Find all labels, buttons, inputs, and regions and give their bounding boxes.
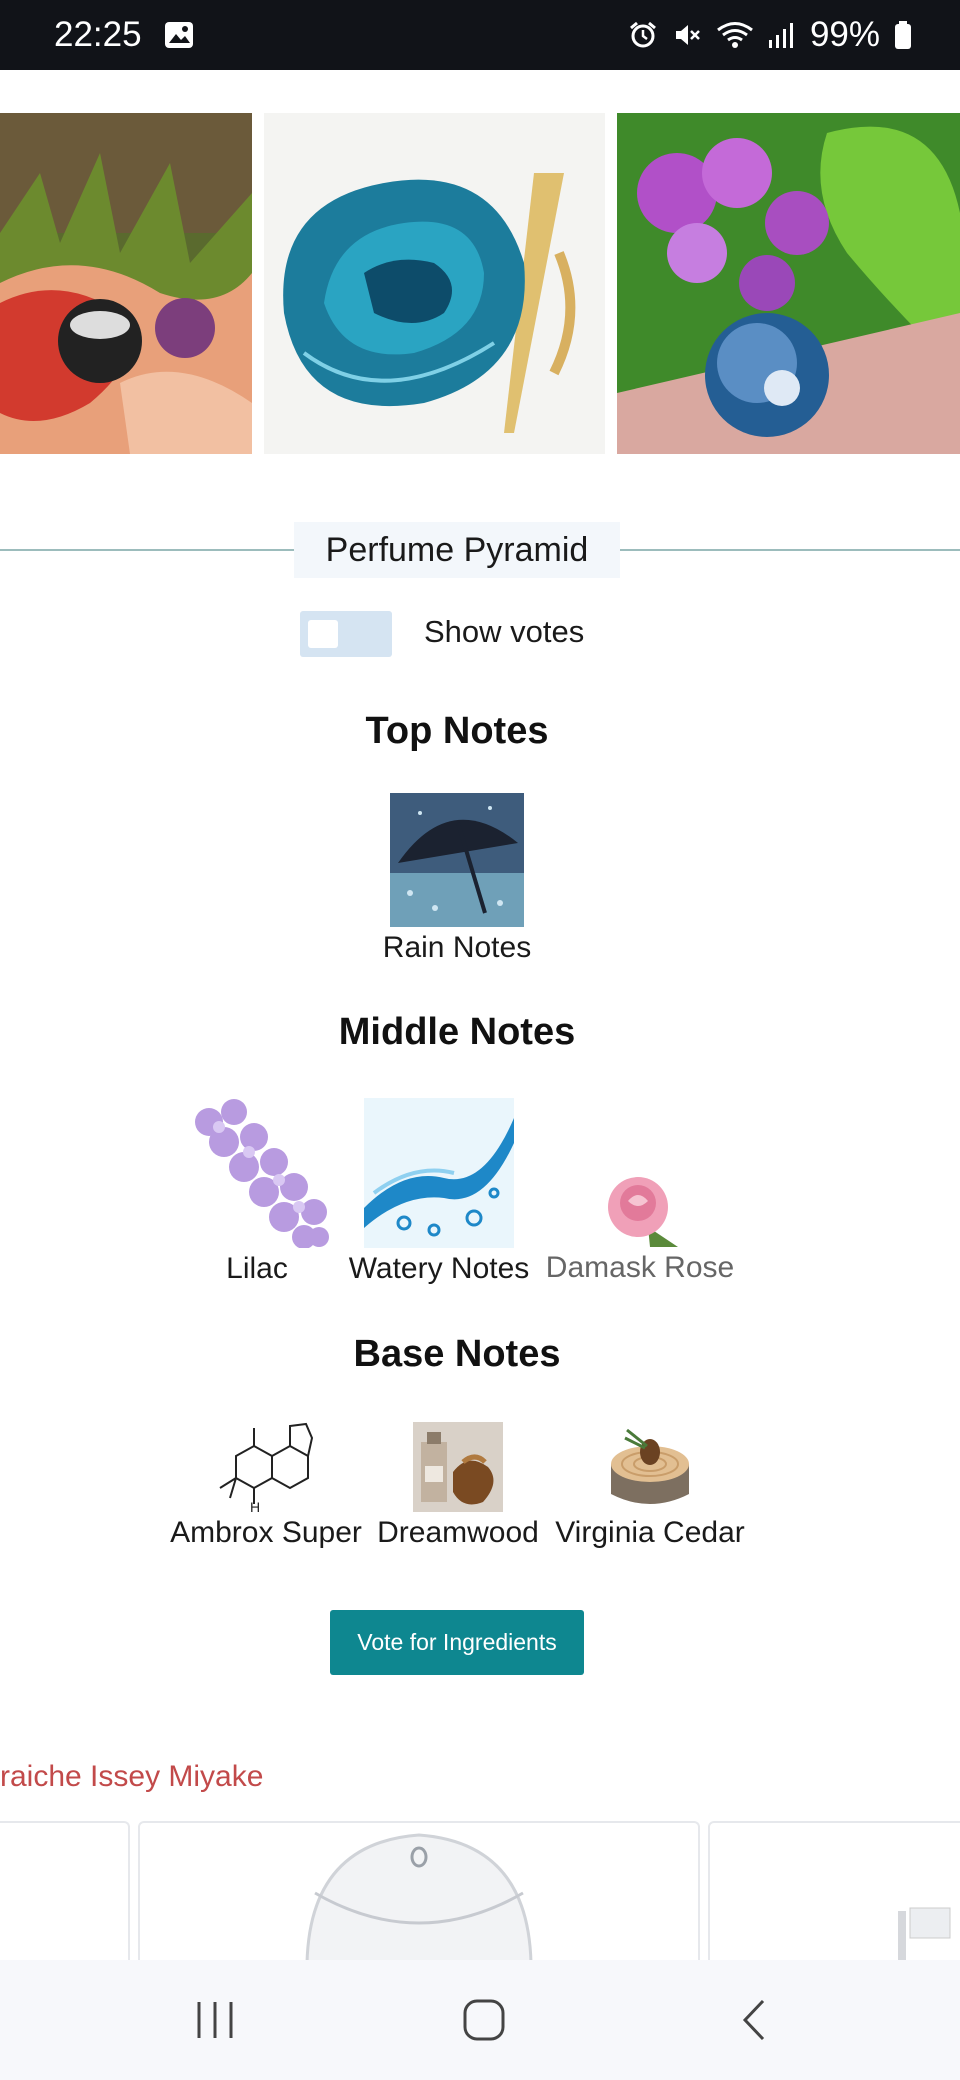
vote-for-ingredients-button[interactable]: Vote for Ingredients [330,1610,584,1675]
note-label: Watery Notes [348,1252,530,1285]
product-card[interactable] [708,1821,960,1963]
note-label: Virginia Cedar [555,1516,745,1549]
product-card[interactable] [0,1821,130,1963]
product-card[interactable] [138,1821,700,1963]
note-ambrox-super[interactable]: H Ambrox Super [166,1416,366,1550]
rain-umbrella-image [390,793,524,927]
divider-line [620,549,960,551]
perfume-with-red-scarf-photo[interactable] [0,113,252,454]
status-time: 22:25 [54,15,142,54]
base-notes-heading: Base Notes [353,1333,561,1375]
top-notes-heading: Top Notes [365,710,549,752]
note-dreamwood[interactable]: Dreamwood [368,1422,548,1550]
show-votes-label: Show votes [424,614,585,649]
molecule-structure-image: H [219,1422,314,1512]
gallery-icon [164,20,194,50]
battery-icon [894,20,912,50]
note-label: Ambrox Super [170,1516,362,1549]
wifi-icon [716,20,754,50]
signal-icon [768,20,796,50]
pyramid-title: Perfume Pyramid [294,522,620,578]
photo-gallery[interactable] [0,113,960,454]
lilac-image [195,1099,329,1248]
mute-icon [672,20,702,50]
show-votes-toggle[interactable] [300,611,392,657]
alarm-icon [628,20,658,50]
lilac-and-perfume-photo[interactable] [617,113,960,454]
note-lilac[interactable]: Lilac [172,1092,342,1286]
note-label: Lilac [226,1252,288,1285]
middle-notes-heading: Middle Notes [338,1011,576,1053]
dreamwood-bottles-image [413,1422,503,1512]
perfume-bottle-image [305,1833,533,1963]
system-nav-bar [0,1960,960,2080]
pink-rose-image [608,1177,678,1247]
note-watery-notes[interactable]: Watery Notes [344,1098,534,1286]
note-label: Rain Notes [382,931,532,964]
note-rain-notes[interactable]: Rain Notes [370,793,544,965]
product-image [898,1907,951,1963]
blue-perfume-bottle-photo[interactable] [264,113,605,454]
note-label: Dreamwood [377,1516,539,1549]
note-virginia-cedar[interactable]: Virginia Cedar [550,1422,750,1550]
status-bar: 22:25 99% [0,0,960,70]
note-label: Damask Rose [545,1251,735,1284]
water-splash-image [364,1098,514,1248]
divider-line [0,549,294,551]
svg-text:H: H [250,1499,260,1512]
battery-percent: 99% [809,15,880,54]
back-icon[interactable] [724,1990,784,2050]
recent-apps-icon[interactable] [185,1990,245,2050]
related-perfume-link[interactable]: raiche Issey Miyake [0,1760,263,1794]
cedar-log-image [611,1428,689,1504]
note-damask-rose[interactable]: Damask Rose [540,1171,740,1285]
home-icon[interactable] [454,1990,514,2050]
toggle-knob [308,620,338,648]
